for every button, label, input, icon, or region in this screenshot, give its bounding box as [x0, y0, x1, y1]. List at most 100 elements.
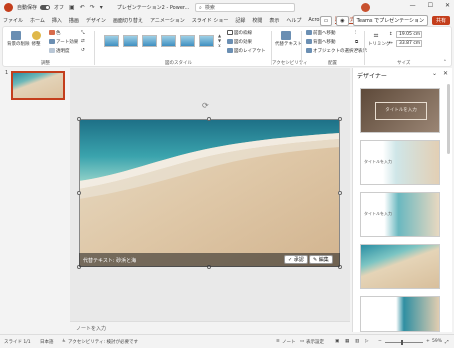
transparency-icon [49, 48, 55, 53]
maximize-button[interactable]: ☐ [428, 2, 433, 9]
alt-text-button[interactable]: 代替テキスト [275, 31, 302, 47]
picture-style-1[interactable] [104, 35, 119, 47]
fit-to-window-icon[interactable]: ⤢ [445, 339, 449, 345]
notes-pane[interactable]: ノートを入力 [70, 321, 350, 332]
undo-icon[interactable]: ↶ [80, 4, 85, 11]
tab-animations[interactable]: アニメーション [150, 17, 185, 24]
normal-view-icon[interactable]: ▣ [335, 339, 339, 344]
picture-layout-icon [227, 48, 233, 53]
align-icon[interactable]: ⫶ [355, 30, 356, 36]
tab-slideshow[interactable]: スライド ショー [192, 17, 229, 24]
record-button[interactable]: ◉ [336, 15, 349, 26]
compress-icon[interactable]: ⤡ [81, 30, 85, 36]
ribbon-actions: ▭ ◉ Teams でプレゼンテーション 共有 [319, 15, 450, 26]
tab-view[interactable]: 表示 [269, 17, 279, 24]
minimize-button[interactable]: — [410, 2, 416, 9]
tab-review[interactable]: 校閲 [252, 17, 262, 24]
beach-photo[interactable] [79, 119, 340, 267]
search-input[interactable]: ⌕ 検索 [195, 3, 295, 12]
artistic-effects-button[interactable]: アート効果 [49, 39, 78, 45]
gallery-scroll[interactable]: ▲ ▼ ⊻ [218, 33, 223, 51]
design-idea-2[interactable]: タイトルを入力 [360, 140, 440, 185]
zoom-slider-thumb[interactable] [401, 340, 403, 345]
close-button[interactable]: ✕ [445, 2, 450, 9]
tab-file[interactable]: ファイル [3, 17, 23, 24]
designer-scrollbar[interactable] [447, 84, 450, 154]
zoom-level[interactable]: 59% [432, 339, 442, 344]
approve-alt-text-button[interactable]: ✓ 承認 [284, 255, 308, 264]
zoom-slider[interactable] [385, 342, 423, 343]
display-settings-button[interactable]: 表示設定 [306, 339, 324, 345]
account-avatar[interactable] [361, 3, 370, 12]
color-label: 色 [56, 31, 61, 36]
remove-background-button[interactable]: 背景の削除 [7, 31, 30, 47]
customize-toolbar-icon[interactable]: ▾ [100, 4, 103, 11]
teams-present-button[interactable]: Teams でプレゼンテーション [352, 15, 428, 26]
color-button[interactable]: 色 [49, 30, 61, 36]
edit-alt-text-button[interactable]: ✎ 編集 [309, 255, 333, 264]
accessibility-status[interactable]: アクセシビリティ: 検討が必要です [68, 339, 138, 345]
height-field[interactable]: 19.05 cm [396, 31, 422, 38]
resize-handle-w[interactable] [77, 191, 81, 195]
send-backward-button[interactable]: 背面へ移動 [306, 39, 336, 45]
picture-style-4[interactable] [161, 35, 176, 47]
designer-close-icon[interactable]: ✕ [443, 70, 448, 77]
powerpoint-app-icon [4, 3, 13, 12]
resize-handle-e[interactable] [338, 191, 342, 195]
comments-button[interactable]: ▭ [319, 15, 333, 26]
height-icon: ↕ [389, 32, 393, 37]
tab-record[interactable]: 記録 [235, 17, 245, 24]
reading-view-icon[interactable]: ▥ [355, 339, 359, 344]
adjust-corrections-button[interactable]: 修整 [29, 31, 43, 47]
design-idea-4[interactable] [360, 244, 440, 289]
rotate-handle-icon[interactable]: ⟳ [202, 101, 209, 110]
autosave-toggle[interactable] [40, 5, 51, 10]
crop-button[interactable]: ⌗ トリミング [368, 31, 391, 47]
notes-toggle-button[interactable]: ノート [282, 339, 296, 345]
selection-pane-icon [306, 48, 312, 53]
corrections-label: 修整 [31, 42, 41, 47]
language[interactable]: 日本語 [40, 339, 54, 345]
width-icon: ↔ [389, 41, 393, 46]
picture-style-5[interactable] [180, 35, 195, 47]
reset-picture-icon[interactable]: ↺ [81, 48, 85, 53]
bring-forward-button[interactable]: 前面へ移動 [306, 30, 336, 36]
zoom-out-icon[interactable]: − [378, 339, 382, 344]
design-idea-1[interactable]: タイトルを入力 [360, 88, 440, 133]
design-idea-3[interactable]: タイトルを入力 [360, 192, 440, 237]
picture-effects-button[interactable]: 図の効果 [227, 39, 252, 45]
tab-insert[interactable]: 挿入 [52, 17, 62, 24]
edit-label: 編集 [318, 257, 329, 263]
width-field[interactable]: 33.87 cm [396, 40, 422, 47]
picture-border-button[interactable]: 図の枠線 [227, 30, 252, 36]
picture-effects-label: 図の効果 [234, 40, 252, 45]
resize-handle-ne[interactable] [338, 117, 342, 121]
resize-handle-n[interactable] [207, 117, 211, 121]
share-button[interactable]: 共有 [431, 16, 450, 25]
picture-style-6[interactable] [199, 35, 214, 47]
picture-style-2[interactable] [123, 35, 138, 47]
transparency-button[interactable]: 透明度 [49, 48, 70, 54]
resize-handle-nw[interactable] [77, 117, 81, 121]
tab-home[interactable]: ホーム [30, 17, 45, 24]
picture-layout-button[interactable]: 図のレイアウト [227, 48, 266, 54]
tab-transitions[interactable]: 画面切り替え [113, 17, 143, 24]
change-picture-icon[interactable]: ⇄ [81, 39, 85, 44]
rotate-icon[interactable]: ⟳ [355, 48, 359, 53]
collapse-ribbon-icon[interactable]: ⌃ [443, 60, 447, 65]
design-idea-5[interactable] [360, 296, 440, 332]
group-icon[interactable]: ⧉ [355, 39, 358, 45]
slide-thumbnail-pane: 1 [0, 68, 68, 330]
tab-design[interactable]: デザイン [86, 17, 106, 24]
redo-icon[interactable]: ↷ [90, 4, 95, 11]
slideshow-icon[interactable]: ▷ [365, 339, 368, 344]
designer-options-icon[interactable]: ⌄ [432, 70, 437, 77]
picture-style-3[interactable] [142, 35, 157, 47]
designer-controls: ⌄ ✕ [432, 70, 448, 77]
slide-sorter-icon[interactable]: ▦ [345, 339, 349, 344]
slide-thumbnail-1[interactable] [11, 71, 65, 100]
tab-help[interactable]: ヘルプ [286, 17, 301, 24]
tab-draw[interactable]: 描画 [69, 17, 79, 24]
save-icon[interactable]: ▣ [69, 4, 75, 11]
zoom-in-icon[interactable]: + [426, 339, 430, 344]
